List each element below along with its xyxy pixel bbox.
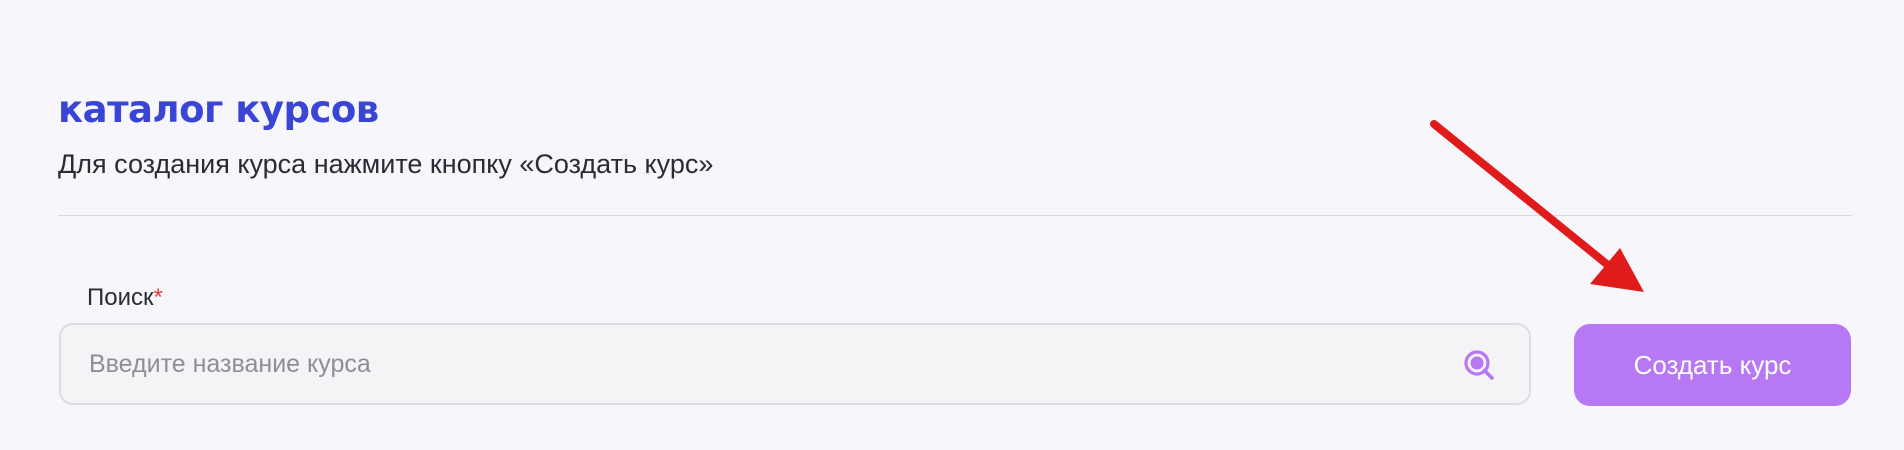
required-mark: *: [153, 284, 163, 311]
page-subtitle: Для создания курса нажмите кнопку «Созда…: [58, 149, 714, 179]
search-label: Поиск*: [87, 280, 163, 316]
search-input[interactable]: [89, 325, 1419, 403]
search-box[interactable]: [59, 323, 1531, 405]
red-arrow-annotation: [1430, 120, 1644, 292]
page-title: каталог курсов: [58, 88, 379, 131]
course-catalog-page: каталог курсов Для создания курса нажмит…: [0, 0, 1904, 450]
create-course-button[interactable]: Создать курс: [1574, 324, 1851, 406]
search-label-text: Поиск: [87, 284, 154, 311]
search-magnifier-icon[interactable]: [1461, 347, 1497, 383]
